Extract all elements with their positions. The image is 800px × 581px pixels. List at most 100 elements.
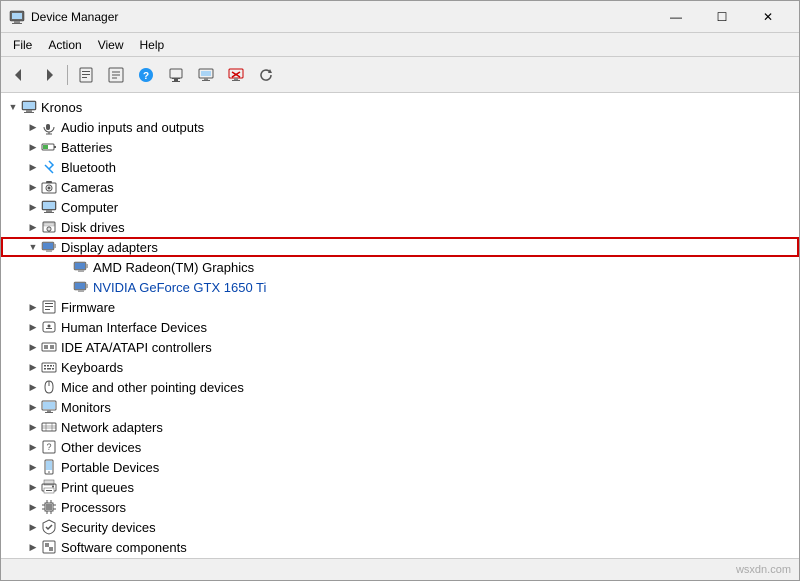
other-icon: ? xyxy=(41,439,57,455)
item-label: IDE ATA/ATAPI controllers xyxy=(61,340,212,355)
list-item[interactable]: ▶ Human Interface Devices xyxy=(1,317,799,337)
menu-file[interactable]: File xyxy=(5,36,40,54)
list-item[interactable]: ▶ Batteries xyxy=(1,137,799,157)
list-item[interactable]: ▶ Mice and other pointing devices xyxy=(1,377,799,397)
item-label: Processors xyxy=(61,500,126,515)
list-item[interactable]: ▶ AMD Radeon(TM) Graphics xyxy=(1,257,799,277)
expand-icon[interactable]: ▶ xyxy=(25,379,41,395)
list-item[interactable]: ▶ Keyboards xyxy=(1,357,799,377)
list-item[interactable]: ▶ Firmware xyxy=(1,297,799,317)
update-button[interactable] xyxy=(102,61,130,89)
list-item[interactable]: ▶ Cameras xyxy=(1,177,799,197)
device-tree[interactable]: ▼ Kronos ▶ xyxy=(1,93,799,558)
window-controls: — ☐ ✕ xyxy=(653,1,791,33)
expand-icon[interactable]: ▶ xyxy=(25,119,41,135)
display-adapter-icon xyxy=(41,239,57,255)
bluetooth-icon xyxy=(41,159,57,175)
expand-icon[interactable]: ▶ xyxy=(25,319,41,335)
svg-text:?: ? xyxy=(46,442,51,452)
list-item[interactable]: ▶ NVIDIA GeForce GTX 1650 Ti xyxy=(1,277,799,297)
print-icon xyxy=(41,479,57,495)
list-item[interactable]: ▶ ? Other devices xyxy=(1,437,799,457)
item-label: Software components xyxy=(61,540,187,555)
software-components-icon xyxy=(41,539,57,555)
expand-icon[interactable]: ▶ xyxy=(25,459,41,475)
item-label: Human Interface Devices xyxy=(61,320,207,335)
menu-action[interactable]: Action xyxy=(40,36,89,54)
list-item[interactable]: ▶ Portable Devices xyxy=(1,457,799,477)
display-adapters-label: Display adapters xyxy=(61,240,158,255)
expand-icon[interactable]: ▶ xyxy=(25,339,41,355)
list-item[interactable]: ▶ Audio inputs and outputs xyxy=(1,117,799,137)
close-button[interactable]: ✕ xyxy=(745,1,791,33)
list-item[interactable]: ▶ Computer xyxy=(1,197,799,217)
gpu-icon xyxy=(73,279,89,295)
list-item[interactable]: ▶ Print queues xyxy=(1,477,799,497)
list-item[interactable]: ▶ Processors xyxy=(1,497,799,517)
toolbar-sep-1 xyxy=(67,65,68,85)
window-title: Device Manager xyxy=(31,10,653,24)
forward-button[interactable] xyxy=(35,61,63,89)
item-label: Mice and other pointing devices xyxy=(61,380,244,395)
item-label: Security devices xyxy=(61,520,156,535)
display-adapters-item[interactable]: ▼ Display adapters xyxy=(1,237,799,257)
expand-icon[interactable]: ▶ xyxy=(25,179,41,195)
expand-icon[interactable]: ▶ xyxy=(25,439,41,455)
mouse-icon xyxy=(41,379,57,395)
maximize-button[interactable]: ☐ xyxy=(699,1,745,33)
app-icon xyxy=(9,9,25,25)
processor-icon xyxy=(41,499,57,515)
properties-button[interactable] xyxy=(72,61,100,89)
list-item[interactable]: ▶ IDE ATA/ATAPI controllers xyxy=(1,337,799,357)
tree-root[interactable]: ▼ Kronos xyxy=(1,97,799,117)
item-label: Monitors xyxy=(61,400,111,415)
computer-icon xyxy=(21,99,37,115)
item-label: Audio inputs and outputs xyxy=(61,120,204,135)
expand-icon[interactable]: ▶ xyxy=(25,479,41,495)
item-label: Batteries xyxy=(61,140,112,155)
menu-help[interactable]: Help xyxy=(132,36,173,54)
back-button[interactable] xyxy=(5,61,33,89)
battery-icon xyxy=(41,139,57,155)
expand-icon[interactable]: ▶ xyxy=(25,499,41,515)
title-bar: Device Manager — ☐ ✕ xyxy=(1,1,799,33)
scan-button[interactable] xyxy=(162,61,190,89)
list-item[interactable]: ▶ Bluetooth xyxy=(1,157,799,177)
keyboard-icon xyxy=(41,359,57,375)
expand-icon[interactable]: ▶ xyxy=(25,219,41,235)
item-label: Computer xyxy=(61,200,118,215)
remove-button[interactable] xyxy=(222,61,250,89)
svg-text:?: ? xyxy=(143,71,149,82)
display-button[interactable] xyxy=(192,61,220,89)
minimize-button[interactable]: — xyxy=(653,1,699,33)
expand-icon[interactable]: ▼ xyxy=(25,239,41,255)
expand-icon[interactable]: ▶ xyxy=(25,139,41,155)
list-item[interactable]: ▶ Security devices xyxy=(1,517,799,537)
expand-icon[interactable]: ▶ xyxy=(25,159,41,175)
expand-icon[interactable]: ▶ xyxy=(25,519,41,535)
hid-icon xyxy=(41,319,57,335)
list-item[interactable]: ▶ Network adapters xyxy=(1,417,799,437)
expand-icon[interactable]: ▶ xyxy=(25,419,41,435)
disk-icon xyxy=(41,219,57,235)
audio-icon xyxy=(41,119,57,135)
expand-icon[interactable]: ▶ xyxy=(25,299,41,315)
list-item[interactable]: ▶ Software components xyxy=(1,537,799,557)
root-label: Kronos xyxy=(41,100,82,115)
help-button[interactable]: ? xyxy=(132,61,160,89)
expand-icon[interactable]: ▶ xyxy=(25,199,41,215)
expand-icon[interactable]: ▶ xyxy=(25,399,41,415)
refresh-button[interactable] xyxy=(252,61,280,89)
watermark: wsxdn.com xyxy=(736,564,791,576)
security-icon xyxy=(41,519,57,535)
item-label: Print queues xyxy=(61,480,134,495)
content-area: ▼ Kronos ▶ xyxy=(1,93,799,558)
item-label: Firmware xyxy=(61,300,115,315)
list-item[interactable]: ▶ Disk drives xyxy=(1,217,799,237)
expand-icon[interactable]: ▶ xyxy=(25,539,41,555)
expand-icon[interactable]: ▶ xyxy=(25,359,41,375)
menu-view[interactable]: View xyxy=(90,36,132,54)
firmware-icon xyxy=(41,299,57,315)
list-item[interactable]: ▶ Monitors xyxy=(1,397,799,417)
root-expand-icon[interactable]: ▼ xyxy=(5,99,21,115)
